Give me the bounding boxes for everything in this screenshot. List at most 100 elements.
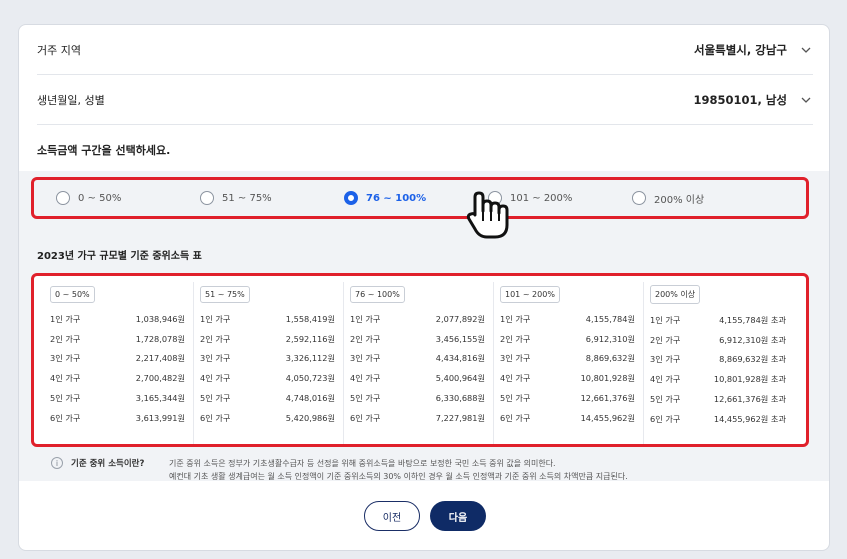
table-row: 1인 가구 2,077,892원	[350, 309, 489, 329]
amount: 1,728,078원	[135, 333, 185, 344]
note-text: 기준 중위 소득은 정부가 기초생활수급자 등 선정을 위해 중위소득을 바탕으…	[169, 457, 628, 483]
table-row: 5인 가구 6,330,688원	[350, 388, 489, 408]
amount: 3,326,112원	[285, 353, 335, 364]
amount: 4,155,784원	[585, 313, 635, 324]
table-row: 6인 가구 14,455,962원 초과	[650, 409, 790, 429]
table-row: 1인 가구 1,038,946원	[50, 309, 189, 329]
household-label: 1인 가구	[200, 313, 231, 324]
household-label: 1인 가구	[500, 313, 531, 324]
table-row: 2인 가구 3,456,155원	[350, 329, 489, 349]
amount: 5,400,964원	[435, 373, 485, 384]
table-row: 6인 가구 7,227,981원	[350, 408, 489, 428]
household-label: 3인 가구	[50, 353, 81, 364]
income-prompt: 소득금액 구간을 선택하세요.	[37, 144, 171, 157]
amount: 6,912,310원 초과	[719, 334, 786, 345]
amount: 8,869,632원	[585, 353, 635, 364]
note-line-2: 예컨대 기초 생활 생계급여는 월 소득 인정액이 기준 중위소득의 30% 이…	[169, 472, 628, 481]
table-row: 4인 가구 10,801,928원	[500, 368, 639, 388]
table-header: 51 ~ 75%	[200, 286, 250, 303]
household-label: 5인 가구	[50, 393, 81, 404]
radio-icon[interactable]	[56, 191, 70, 205]
household-label: 6인 가구	[200, 412, 231, 423]
amount: 12,661,376원	[580, 393, 635, 404]
income-panel: 0 ~ 50% 51 ~ 75% 76 ~ 100% 101 ~ 200% 20…	[19, 171, 829, 483]
income-option-label: 0 ~ 50%	[78, 192, 122, 204]
table-row: 6인 가구 5,420,986원	[200, 408, 339, 428]
amount: 4,155,784원 초과	[719, 314, 786, 325]
household-label: 5인 가구	[650, 394, 681, 405]
residence-value: 서울특별시, 강남구	[693, 42, 787, 57]
amount: 4,434,816원	[435, 353, 485, 364]
chevron-down-icon[interactable]	[799, 93, 813, 107]
form-actions: 이전 다음	[19, 501, 829, 531]
amount: 2,592,116원	[285, 333, 335, 344]
household-label: 5인 가구	[500, 393, 531, 404]
amount: 3,456,155원	[435, 333, 485, 344]
household-label: 6인 가구	[350, 412, 381, 423]
household-label: 3인 가구	[350, 353, 381, 364]
household-label: 3인 가구	[500, 353, 531, 364]
chevron-down-icon[interactable]	[799, 43, 813, 57]
radio-icon[interactable]	[632, 191, 646, 205]
hand-pointer-icon	[466, 191, 509, 239]
table-row: 4인 가구 4,050,723원	[200, 368, 339, 388]
amount: 2,700,482원	[135, 373, 185, 384]
table-header: 200% 이상	[650, 285, 701, 304]
table-row: 1인 가구 4,155,784원	[500, 309, 639, 329]
table-row: 3인 가구 8,869,632원 초과	[650, 350, 790, 370]
info-icon: i	[51, 457, 63, 469]
amount: 6,330,688원	[435, 393, 485, 404]
residence-row[interactable]: 거주 지역 서울특별시, 강남구	[37, 25, 813, 75]
residence-label: 거주 지역	[37, 43, 81, 57]
table-row: 5인 가구 12,661,376원	[500, 388, 639, 408]
household-label: 5인 가구	[200, 393, 231, 404]
note-title: 기준 중위 소득이란?	[71, 459, 145, 469]
household-label: 6인 가구	[500, 412, 531, 423]
amount: 4,050,723원	[285, 373, 335, 384]
amount: 5,420,986원	[285, 412, 335, 423]
table-row: 6인 가구 3,613,991원	[50, 408, 189, 428]
household-label: 2인 가구	[500, 333, 531, 344]
amount: 8,869,632원 초과	[719, 354, 786, 365]
household-label: 2인 가구	[650, 334, 681, 345]
amount: 2,217,408원	[135, 353, 185, 364]
household-label: 5인 가구	[350, 393, 381, 404]
income-table-101-200: 101 ~ 200% 1인 가구 4,155,784원 2인 가구 6,912,31…	[494, 282, 644, 444]
table-row: 3인 가구 2,217,408원	[50, 349, 189, 369]
table-row: 2인 가구 2,592,116원	[200, 329, 339, 349]
income-table-51-75: 51 ~ 75% 1인 가구 1,558,419원 2인 가구 2,592,116원…	[194, 282, 344, 444]
amount: 14,455,962원	[580, 412, 635, 423]
amount: 3,165,344원	[135, 393, 185, 404]
table-header: 76 ~ 100%	[350, 286, 405, 303]
table-row: 2인 가구 6,912,310원 초과	[650, 330, 790, 350]
radio-selected-icon[interactable]	[344, 191, 358, 205]
table-row: 3인 가구 4,434,816원	[350, 349, 489, 369]
amount: 1,038,946원	[135, 313, 185, 324]
income-option-200-plus[interactable]: 200% 이상	[632, 191, 776, 206]
table-row: 1인 가구 1,558,419원	[200, 309, 339, 329]
income-option-label: 76 ~ 100%	[366, 192, 427, 204]
household-label: 4인 가구	[350, 373, 381, 384]
table-row: 3인 가구 8,869,632원	[500, 349, 639, 369]
income-option-0-50[interactable]: 0 ~ 50%	[56, 191, 200, 205]
amount: 10,801,928원 초과	[713, 374, 786, 385]
amount: 7,227,981원	[435, 412, 485, 423]
income-option-51-75[interactable]: 51 ~ 75%	[200, 191, 344, 205]
household-label: 4인 가구	[200, 373, 231, 384]
amount: 6,912,310원	[585, 333, 635, 344]
household-label: 4인 가구	[500, 373, 531, 384]
amount: 10,801,928원	[580, 373, 635, 384]
amount: 1,558,419원	[285, 313, 335, 324]
household-label: 3인 가구	[650, 354, 681, 365]
note-line-1: 기준 중위 소득은 정부가 기초생활수급자 등 선정을 위해 중위소득을 바탕으…	[169, 459, 556, 468]
table-row: 5인 가구 12,661,376원 초과	[650, 389, 790, 409]
amount: 14,455,962원 초과	[713, 413, 786, 424]
next-button[interactable]: 다음	[430, 501, 486, 531]
income-table-0-50: 0 ~ 50% 1인 가구 1,038,946원 2인 가구 1,728,078원 …	[44, 282, 194, 444]
radio-icon[interactable]	[200, 191, 214, 205]
table-row: 2인 가구 6,912,310원	[500, 329, 639, 349]
household-label: 1인 가구	[350, 313, 381, 324]
household-label: 6인 가구	[650, 413, 681, 424]
birth-row[interactable]: 생년월일, 성별 19850101, 남성	[37, 75, 813, 125]
prev-button[interactable]: 이전	[364, 501, 420, 531]
